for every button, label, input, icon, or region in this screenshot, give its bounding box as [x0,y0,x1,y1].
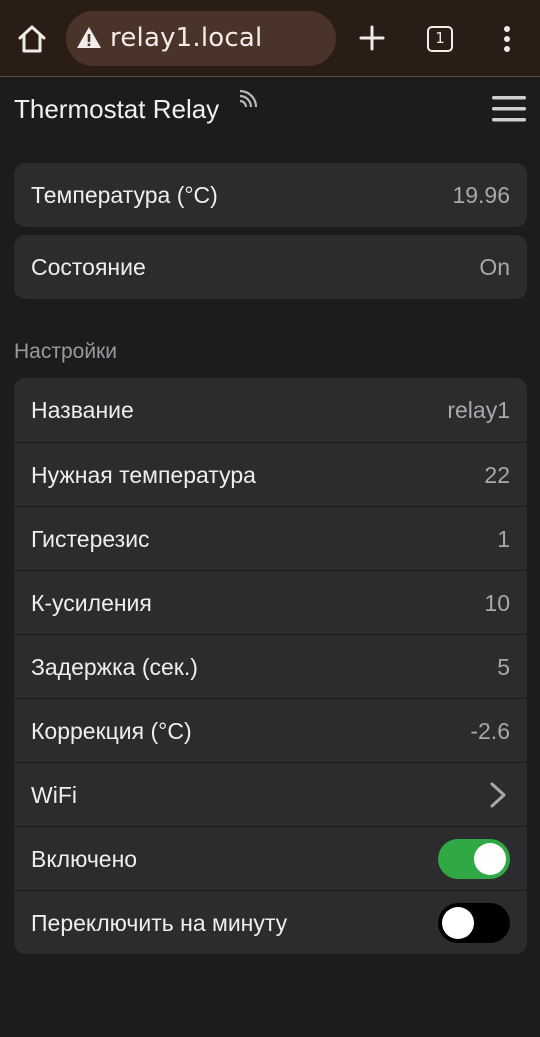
state-value: On [479,254,510,280]
setting-row-name[interactable]: Название relay1 [14,378,527,442]
app-title: Thermostat Relay [14,94,220,124]
setting-row-delay[interactable]: Задержка (сек.) 5 [14,634,527,698]
address-bar[interactable]: relay1.local [66,11,336,66]
setting-label: Коррекция (°C) [31,718,192,744]
setting-row-correction[interactable]: Коррекция (°C) -2.6 [14,698,527,762]
setting-row-hysteresis[interactable]: Гистерезис 1 [14,506,527,570]
temperature-label: Температура (°C) [31,182,218,208]
setting-label: Включено [31,846,138,872]
temperature-card: Температура (°C) 19.96 [14,163,527,227]
setting-row-gain[interactable]: К-усиления 10 [14,570,527,634]
setting-label: Задержка (сек.) [31,654,198,680]
switch-minute-toggle[interactable] [438,903,510,943]
setting-value: 10 [484,590,510,616]
tab-switcher-button[interactable]: 1 [427,26,453,52]
toggle-knob [442,907,474,939]
hamburger-menu-icon[interactable] [492,95,526,123]
wifi-signal-icon [237,86,261,110]
new-tab-plus-icon[interactable] [356,22,388,54]
state-row: Состояние On [14,235,527,299]
state-card: Состояние On [14,235,527,299]
toggle-knob [474,843,506,875]
warning-icon[interactable] [76,25,102,51]
setting-row-enabled: Включено [14,826,527,890]
setting-value: 22 [484,462,510,488]
state-label: Состояние [31,254,146,280]
home-icon[interactable] [15,22,49,56]
setting-row-target-temperature[interactable]: Нужная температура 22 [14,442,527,506]
setting-value: -2.6 [470,718,510,744]
temperature-row: Температура (°C) 19.96 [14,163,527,227]
settings-card: Название relay1 Нужная температура 22 Ги… [14,378,527,954]
temperature-value: 19.96 [452,182,510,208]
setting-label: WiFi [31,782,77,808]
url-text[interactable]: relay1.local [110,23,262,53]
setting-value: 5 [497,654,510,680]
setting-label: Название [31,397,134,423]
setting-value: 1 [497,526,510,552]
more-vert-icon[interactable] [495,24,519,54]
setting-row-switch-minute: Переключить на минуту [14,890,527,954]
enabled-toggle[interactable] [438,839,510,879]
setting-label: Нужная температура [31,462,256,488]
setting-row-wifi[interactable]: WiFi [14,762,527,826]
chevron-right-icon[interactable] [489,781,507,809]
settings-section-title: Настройки [14,340,117,363]
setting-label: К-усиления [31,590,152,616]
browser-toolbar: relay1.local 1 [0,0,540,77]
setting-label: Переключить на минуту [31,910,288,936]
setting-label: Гистерезис [31,526,150,552]
setting-value: relay1 [447,397,510,423]
